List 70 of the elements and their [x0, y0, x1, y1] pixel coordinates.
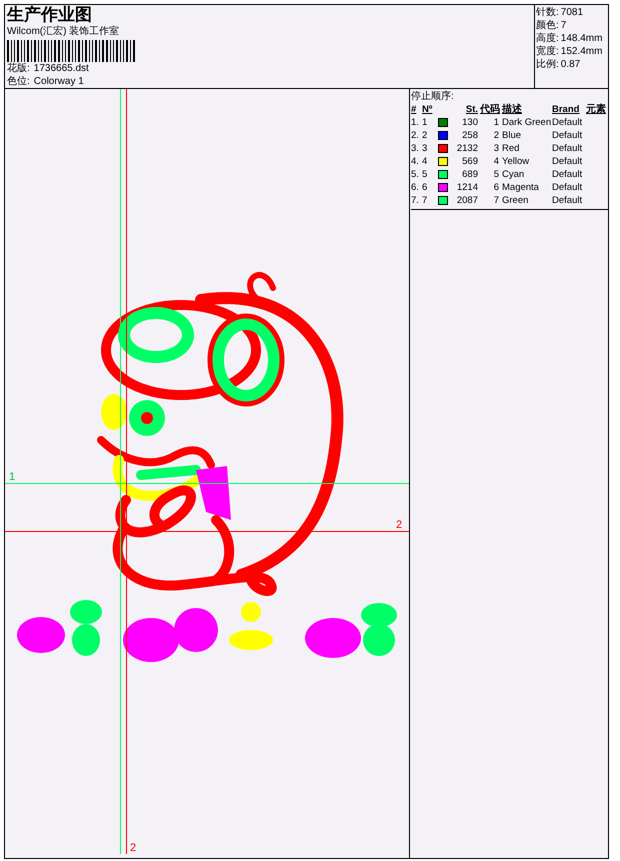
stop-sequence-title: 停止顺序:	[411, 90, 455, 103]
column-header: 元素	[586, 104, 606, 115]
studio-name: Wilcom(汇宏) 装饰工作室	[7, 25, 120, 39]
stat-value: 7	[560, 19, 566, 32]
table-cell: Blue	[502, 130, 522, 141]
table-cell: 4	[494, 156, 499, 167]
column-header: 描述	[502, 104, 522, 115]
table-cell: Default	[552, 169, 582, 180]
table-cell: 3	[422, 143, 428, 154]
table-cell: 569	[462, 156, 478, 167]
table-cell: Cyan	[502, 169, 524, 180]
table-cell: 2	[422, 130, 428, 141]
guide-label: 1	[9, 472, 16, 483]
column-header: Brand	[552, 104, 580, 115]
table-cell: 2	[494, 130, 499, 141]
stat-value: 0.87	[560, 58, 580, 71]
stat-label: 颜色:	[536, 19, 559, 32]
table-cell: 258	[462, 130, 478, 141]
table-cell: Red	[502, 143, 520, 154]
stat-value: 152.4mm	[560, 45, 602, 58]
table-cell: Default	[552, 182, 582, 193]
colorway-label: 色位:	[7, 75, 30, 88]
table-cell: 689	[462, 169, 478, 180]
table-cell: Dark Green	[502, 117, 552, 128]
table-cell: Green	[502, 195, 528, 206]
column-header: #	[411, 104, 416, 115]
table-cell: 130	[462, 117, 478, 128]
colorway-value: Colorway 1	[34, 75, 84, 88]
table-cell: 6	[422, 182, 428, 193]
table-cell: 1	[422, 117, 428, 128]
column-header: 代码	[480, 104, 500, 115]
table-cell: 3	[494, 143, 499, 154]
stat-label: 针数:	[536, 6, 559, 19]
table-cell: Default	[552, 117, 582, 128]
guide-label: 2	[396, 520, 402, 531]
table-cell: 7	[494, 195, 499, 206]
table-cell: Magenta	[502, 182, 539, 193]
design-file-label: 花版:	[7, 62, 30, 75]
table-cell: Default	[552, 156, 582, 167]
table-cell: 5.	[411, 169, 419, 180]
table-cell: 2.	[411, 130, 419, 141]
stat-label: 高度:	[536, 32, 559, 45]
table-cell: 2087	[456, 195, 478, 206]
stat-label: 比例:	[536, 58, 559, 71]
table-cell: 1214	[456, 182, 478, 193]
table-cell: Yellow	[502, 156, 530, 167]
guide-label: 2	[130, 843, 136, 854]
design-file-value: 1736665.dst	[34, 62, 89, 75]
table-cell: Default	[552, 195, 582, 206]
stat-value: 148.4mm	[560, 32, 602, 45]
table-cell: 1.	[411, 117, 419, 128]
stat-label: 宽度:	[536, 45, 559, 58]
column-header: St.	[466, 104, 478, 115]
table-cell: 6	[494, 182, 499, 193]
table-cell: Default	[552, 143, 582, 154]
table-cell: 7	[422, 195, 428, 206]
table-cell: 3.	[411, 143, 419, 154]
table-cell: Default	[552, 130, 582, 141]
barcode-icon	[7, 40, 135, 62]
column-header: Nº	[422, 104, 432, 115]
stat-value: 7081	[560, 6, 584, 19]
table-cell: 5	[422, 169, 428, 180]
table-cell: 4	[422, 156, 428, 167]
document-title: 生产作业图	[7, 5, 93, 25]
table-cell: 5	[494, 169, 499, 180]
table-cell: 1	[494, 117, 499, 128]
table-cell: 6.	[411, 182, 419, 193]
table-cell: 4.	[411, 156, 419, 167]
table-cell: 7.	[411, 195, 419, 206]
table-cell: 2132	[456, 143, 478, 154]
